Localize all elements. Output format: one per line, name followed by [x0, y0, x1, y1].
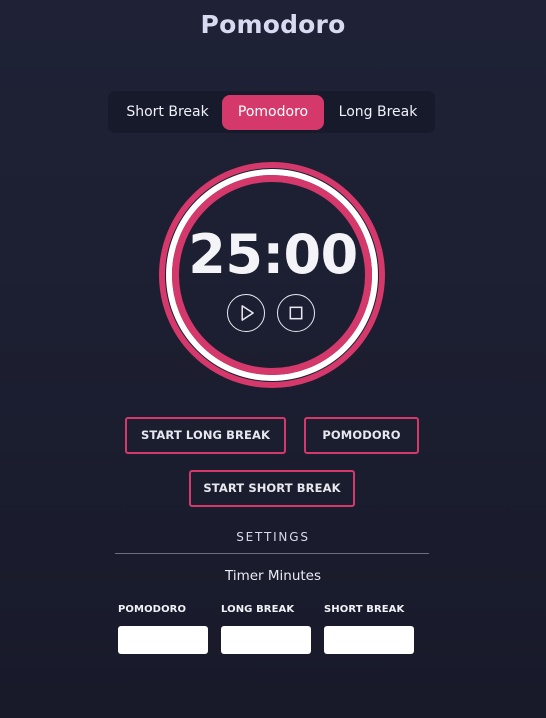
play-icon [241, 305, 254, 321]
tab-short-break[interactable]: Short Break [120, 95, 215, 130]
tab-pomodoro[interactable]: Pomodoro [222, 95, 324, 130]
pomodoro-minutes-label: POMODORO [118, 604, 187, 615]
start-long-break-button[interactable]: START LONG BREAK [125, 417, 286, 454]
pomodoro-button[interactable]: POMODORO [304, 417, 419, 454]
pomodoro-minutes-input[interactable] [118, 626, 208, 654]
settings-heading: SETTINGS [236, 530, 310, 544]
mode-tabs: Short Break Pomodoro Long Break [108, 91, 435, 133]
stop-icon [289, 306, 303, 320]
long-break-minutes-label: LONG BREAK [221, 604, 295, 615]
settings-divider [115, 553, 429, 554]
short-break-minutes-label: SHORT BREAK [324, 604, 405, 615]
timer-minutes-heading: Timer Minutes [224, 568, 322, 584]
app-title: Pomodoro [200, 10, 346, 39]
short-break-minutes-input[interactable] [324, 626, 414, 654]
tab-long-break[interactable]: Long Break [332, 95, 424, 130]
timer-display: 25:00 [188, 223, 358, 286]
play-button[interactable] [227, 294, 265, 332]
long-break-minutes-input[interactable] [221, 626, 311, 654]
stop-button[interactable] [277, 294, 315, 332]
start-short-break-button[interactable]: START SHORT BREAK [189, 470, 355, 507]
